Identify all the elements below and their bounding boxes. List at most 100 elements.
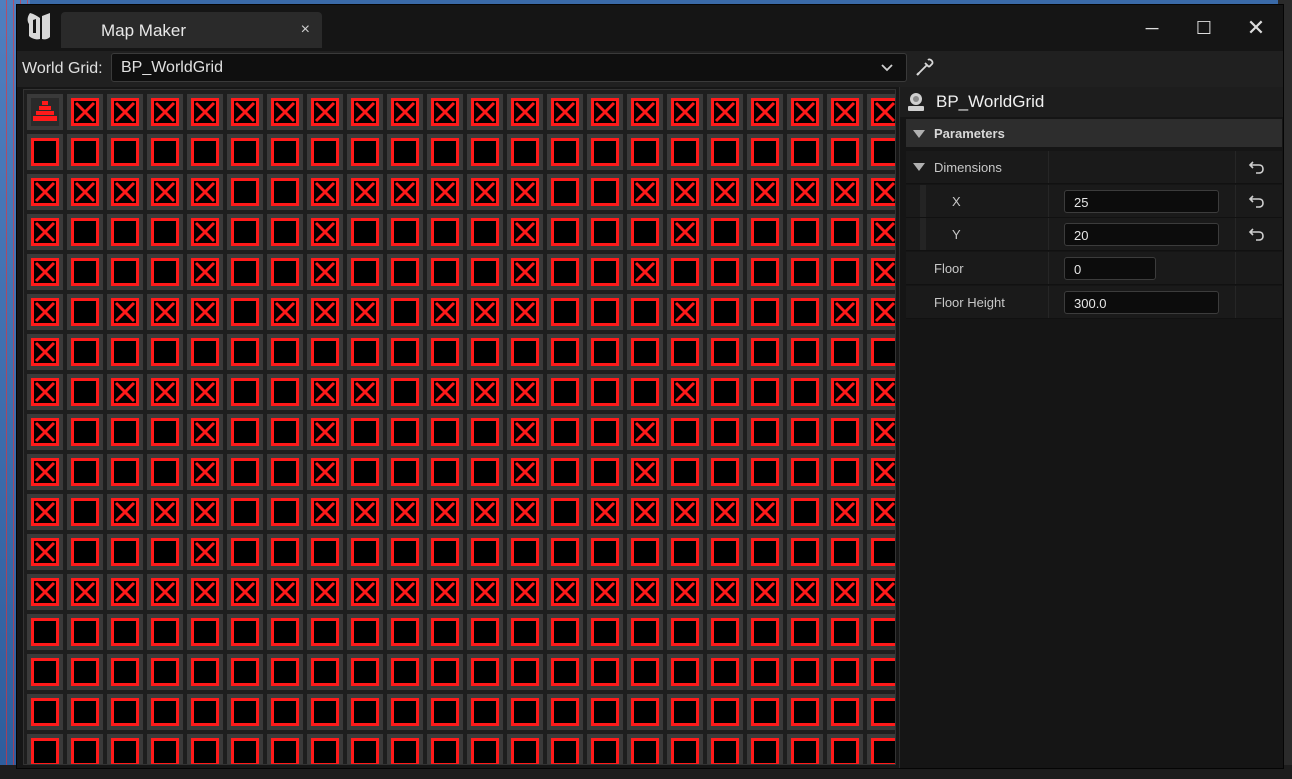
grid-cell[interactable] bbox=[787, 174, 823, 210]
grid-cell[interactable] bbox=[187, 94, 223, 130]
property-row-y[interactable]: Y 20 bbox=[906, 218, 1282, 251]
expand-arrow-icon[interactable] bbox=[913, 163, 925, 171]
y-input[interactable]: 20 bbox=[1064, 223, 1219, 246]
grid-cell[interactable] bbox=[827, 134, 863, 170]
grid-cell[interactable] bbox=[627, 374, 663, 410]
grid-cell[interactable] bbox=[627, 214, 663, 250]
grid-cell[interactable] bbox=[707, 374, 743, 410]
grid-cell[interactable] bbox=[787, 574, 823, 610]
grid-cell[interactable] bbox=[107, 494, 143, 530]
grid-cell[interactable] bbox=[27, 614, 63, 650]
grid-cell[interactable] bbox=[267, 334, 303, 370]
grid-cell[interactable] bbox=[427, 454, 463, 490]
grid-cell[interactable] bbox=[467, 374, 503, 410]
grid-cell[interactable] bbox=[467, 454, 503, 490]
grid-cell[interactable] bbox=[747, 654, 783, 690]
grid-cell[interactable] bbox=[627, 414, 663, 450]
reset-to-default-icon[interactable] bbox=[1248, 225, 1266, 243]
grid-cell[interactable] bbox=[467, 534, 503, 570]
grid-cell[interactable] bbox=[547, 694, 583, 730]
grid-cell[interactable] bbox=[427, 214, 463, 250]
grid-cell[interactable] bbox=[627, 454, 663, 490]
grid-cell[interactable] bbox=[507, 694, 543, 730]
close-button[interactable]: ✕ bbox=[1241, 15, 1271, 41]
grid-cell[interactable] bbox=[387, 134, 423, 170]
grid-cell[interactable] bbox=[667, 294, 703, 330]
grid-cell[interactable] bbox=[147, 174, 183, 210]
grid-cell[interactable] bbox=[787, 694, 823, 730]
grid-cell[interactable] bbox=[267, 614, 303, 650]
grid-cell[interactable] bbox=[427, 374, 463, 410]
grid-cell[interactable] bbox=[507, 734, 543, 764]
property-row-floor-height[interactable]: Floor Height 300.0 bbox=[906, 286, 1282, 319]
grid-cell[interactable] bbox=[347, 614, 383, 650]
grid-cell[interactable] bbox=[827, 734, 863, 764]
grid-cell[interactable] bbox=[547, 574, 583, 610]
grid-cell[interactable] bbox=[387, 654, 423, 690]
grid-cell[interactable] bbox=[747, 134, 783, 170]
grid-cell[interactable] bbox=[827, 654, 863, 690]
grid-cell[interactable] bbox=[667, 134, 703, 170]
grid-cell[interactable] bbox=[867, 454, 895, 490]
grid-cell[interactable] bbox=[27, 254, 63, 290]
grid-cell[interactable] bbox=[747, 334, 783, 370]
grid-cell[interactable] bbox=[587, 134, 623, 170]
grid-cell[interactable] bbox=[27, 334, 63, 370]
grid-cell[interactable] bbox=[707, 734, 743, 764]
grid-cell[interactable] bbox=[827, 414, 863, 450]
grid-cell[interactable] bbox=[107, 214, 143, 250]
grid-cell[interactable] bbox=[187, 694, 223, 730]
grid-cell[interactable] bbox=[347, 414, 383, 450]
grid-cell[interactable] bbox=[387, 494, 423, 530]
grid-cell[interactable] bbox=[187, 214, 223, 250]
grid-cell[interactable] bbox=[187, 174, 223, 210]
grid-cell[interactable] bbox=[147, 454, 183, 490]
grid-cell[interactable] bbox=[67, 614, 103, 650]
grid-cell[interactable] bbox=[467, 694, 503, 730]
grid-cell[interactable] bbox=[387, 414, 423, 450]
grid-cell[interactable] bbox=[627, 614, 663, 650]
grid-cell[interactable] bbox=[707, 654, 743, 690]
grid-cell[interactable] bbox=[827, 254, 863, 290]
grid-cell[interactable] bbox=[307, 734, 343, 764]
grid-cell[interactable] bbox=[707, 534, 743, 570]
grid-cell[interactable] bbox=[267, 454, 303, 490]
grid-cell[interactable] bbox=[347, 574, 383, 610]
grid-cell[interactable] bbox=[147, 214, 183, 250]
grid-cell[interactable] bbox=[587, 94, 623, 130]
grid-cell[interactable] bbox=[787, 454, 823, 490]
grid-cell[interactable] bbox=[227, 134, 263, 170]
grid-cell[interactable] bbox=[227, 254, 263, 290]
grid-cell[interactable] bbox=[147, 494, 183, 530]
grid-cell[interactable] bbox=[307, 214, 343, 250]
grid-cell[interactable] bbox=[587, 334, 623, 370]
grid-cell[interactable] bbox=[707, 334, 743, 370]
grid-cell[interactable] bbox=[387, 294, 423, 330]
grid-cell[interactable] bbox=[307, 134, 343, 170]
grid-cell[interactable] bbox=[627, 574, 663, 610]
grid-cell[interactable] bbox=[747, 694, 783, 730]
x-input[interactable]: 25 bbox=[1064, 190, 1219, 213]
grid-cell[interactable] bbox=[787, 254, 823, 290]
property-row-x[interactable]: X 25 bbox=[906, 185, 1282, 218]
grid-cell[interactable] bbox=[587, 294, 623, 330]
grid-cell[interactable] bbox=[227, 494, 263, 530]
grid-cell[interactable] bbox=[107, 574, 143, 610]
grid-cell[interactable] bbox=[387, 174, 423, 210]
grid-cell[interactable] bbox=[307, 254, 343, 290]
grid-cell[interactable] bbox=[707, 294, 743, 330]
grid-cell[interactable] bbox=[627, 654, 663, 690]
grid-cell[interactable] bbox=[427, 254, 463, 290]
grid-cell[interactable] bbox=[707, 174, 743, 210]
grid-cell[interactable] bbox=[867, 574, 895, 610]
grid-cell[interactable] bbox=[67, 654, 103, 690]
grid-cell[interactable] bbox=[267, 494, 303, 530]
grid-cell[interactable] bbox=[307, 294, 343, 330]
grid-cell[interactable] bbox=[227, 454, 263, 490]
grid-cell[interactable] bbox=[227, 574, 263, 610]
grid-cell[interactable] bbox=[387, 94, 423, 130]
grid-cell[interactable] bbox=[587, 374, 623, 410]
grid-cell[interactable] bbox=[107, 654, 143, 690]
grid-cell[interactable] bbox=[67, 134, 103, 170]
grid-cell[interactable] bbox=[187, 414, 223, 450]
